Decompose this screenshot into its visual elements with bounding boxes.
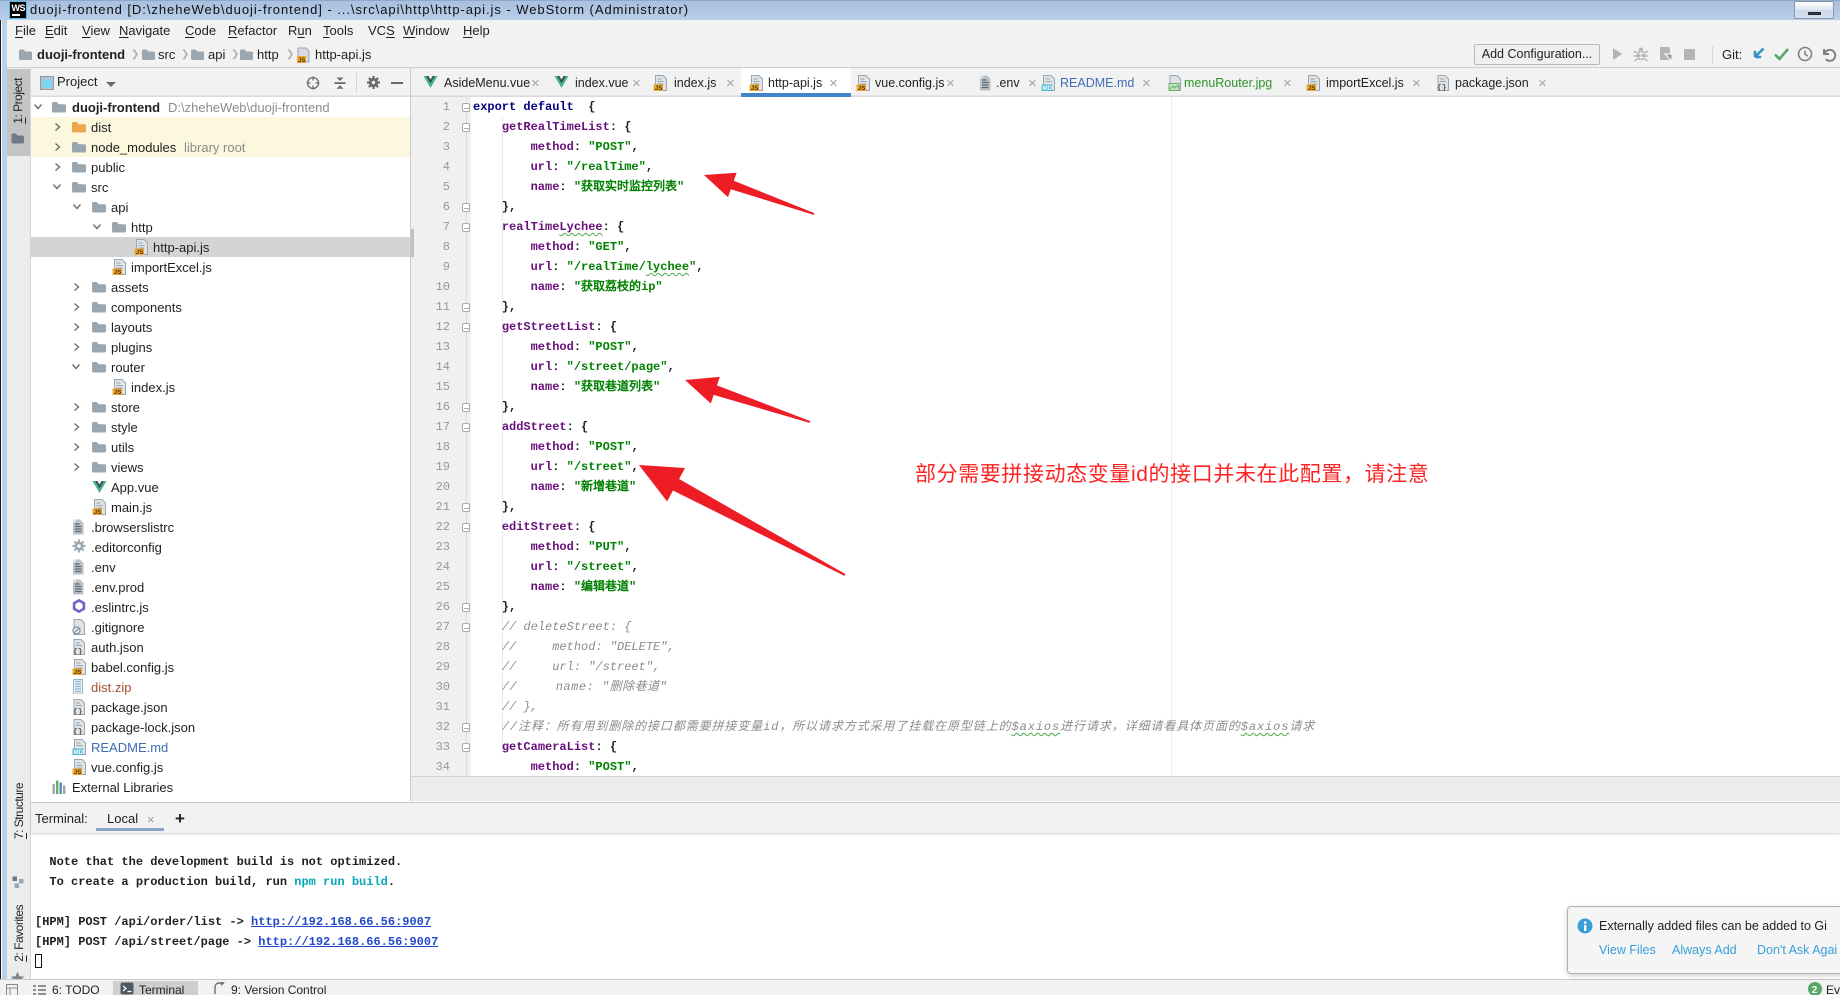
svg-text:{}: {} (1437, 84, 1447, 91)
svg-text:JS: JS (136, 249, 144, 255)
svg-text:JS: JS (74, 669, 82, 675)
svg-text:JS: JS (74, 769, 82, 775)
svg-text:2: 2 (1812, 985, 1818, 995)
svg-text:JS: JS (655, 85, 663, 91)
svg-text:JS: JS (94, 509, 102, 515)
svg-text:MD: MD (1042, 85, 1052, 91)
svg-text:JS: JS (298, 58, 305, 63)
svg-text:JS: JS (1308, 85, 1316, 91)
svg-text:JS: JS (114, 389, 122, 395)
svg-text:{}: {} (73, 708, 83, 715)
svg-text:MD: MD (73, 749, 83, 755)
svg-text:JS: JS (858, 85, 866, 91)
svg-text:{}: {} (73, 648, 83, 655)
svg-text:{}: {} (73, 728, 83, 735)
svg-text:JS: JS (751, 85, 759, 91)
svg-text:JS: JS (114, 269, 122, 275)
